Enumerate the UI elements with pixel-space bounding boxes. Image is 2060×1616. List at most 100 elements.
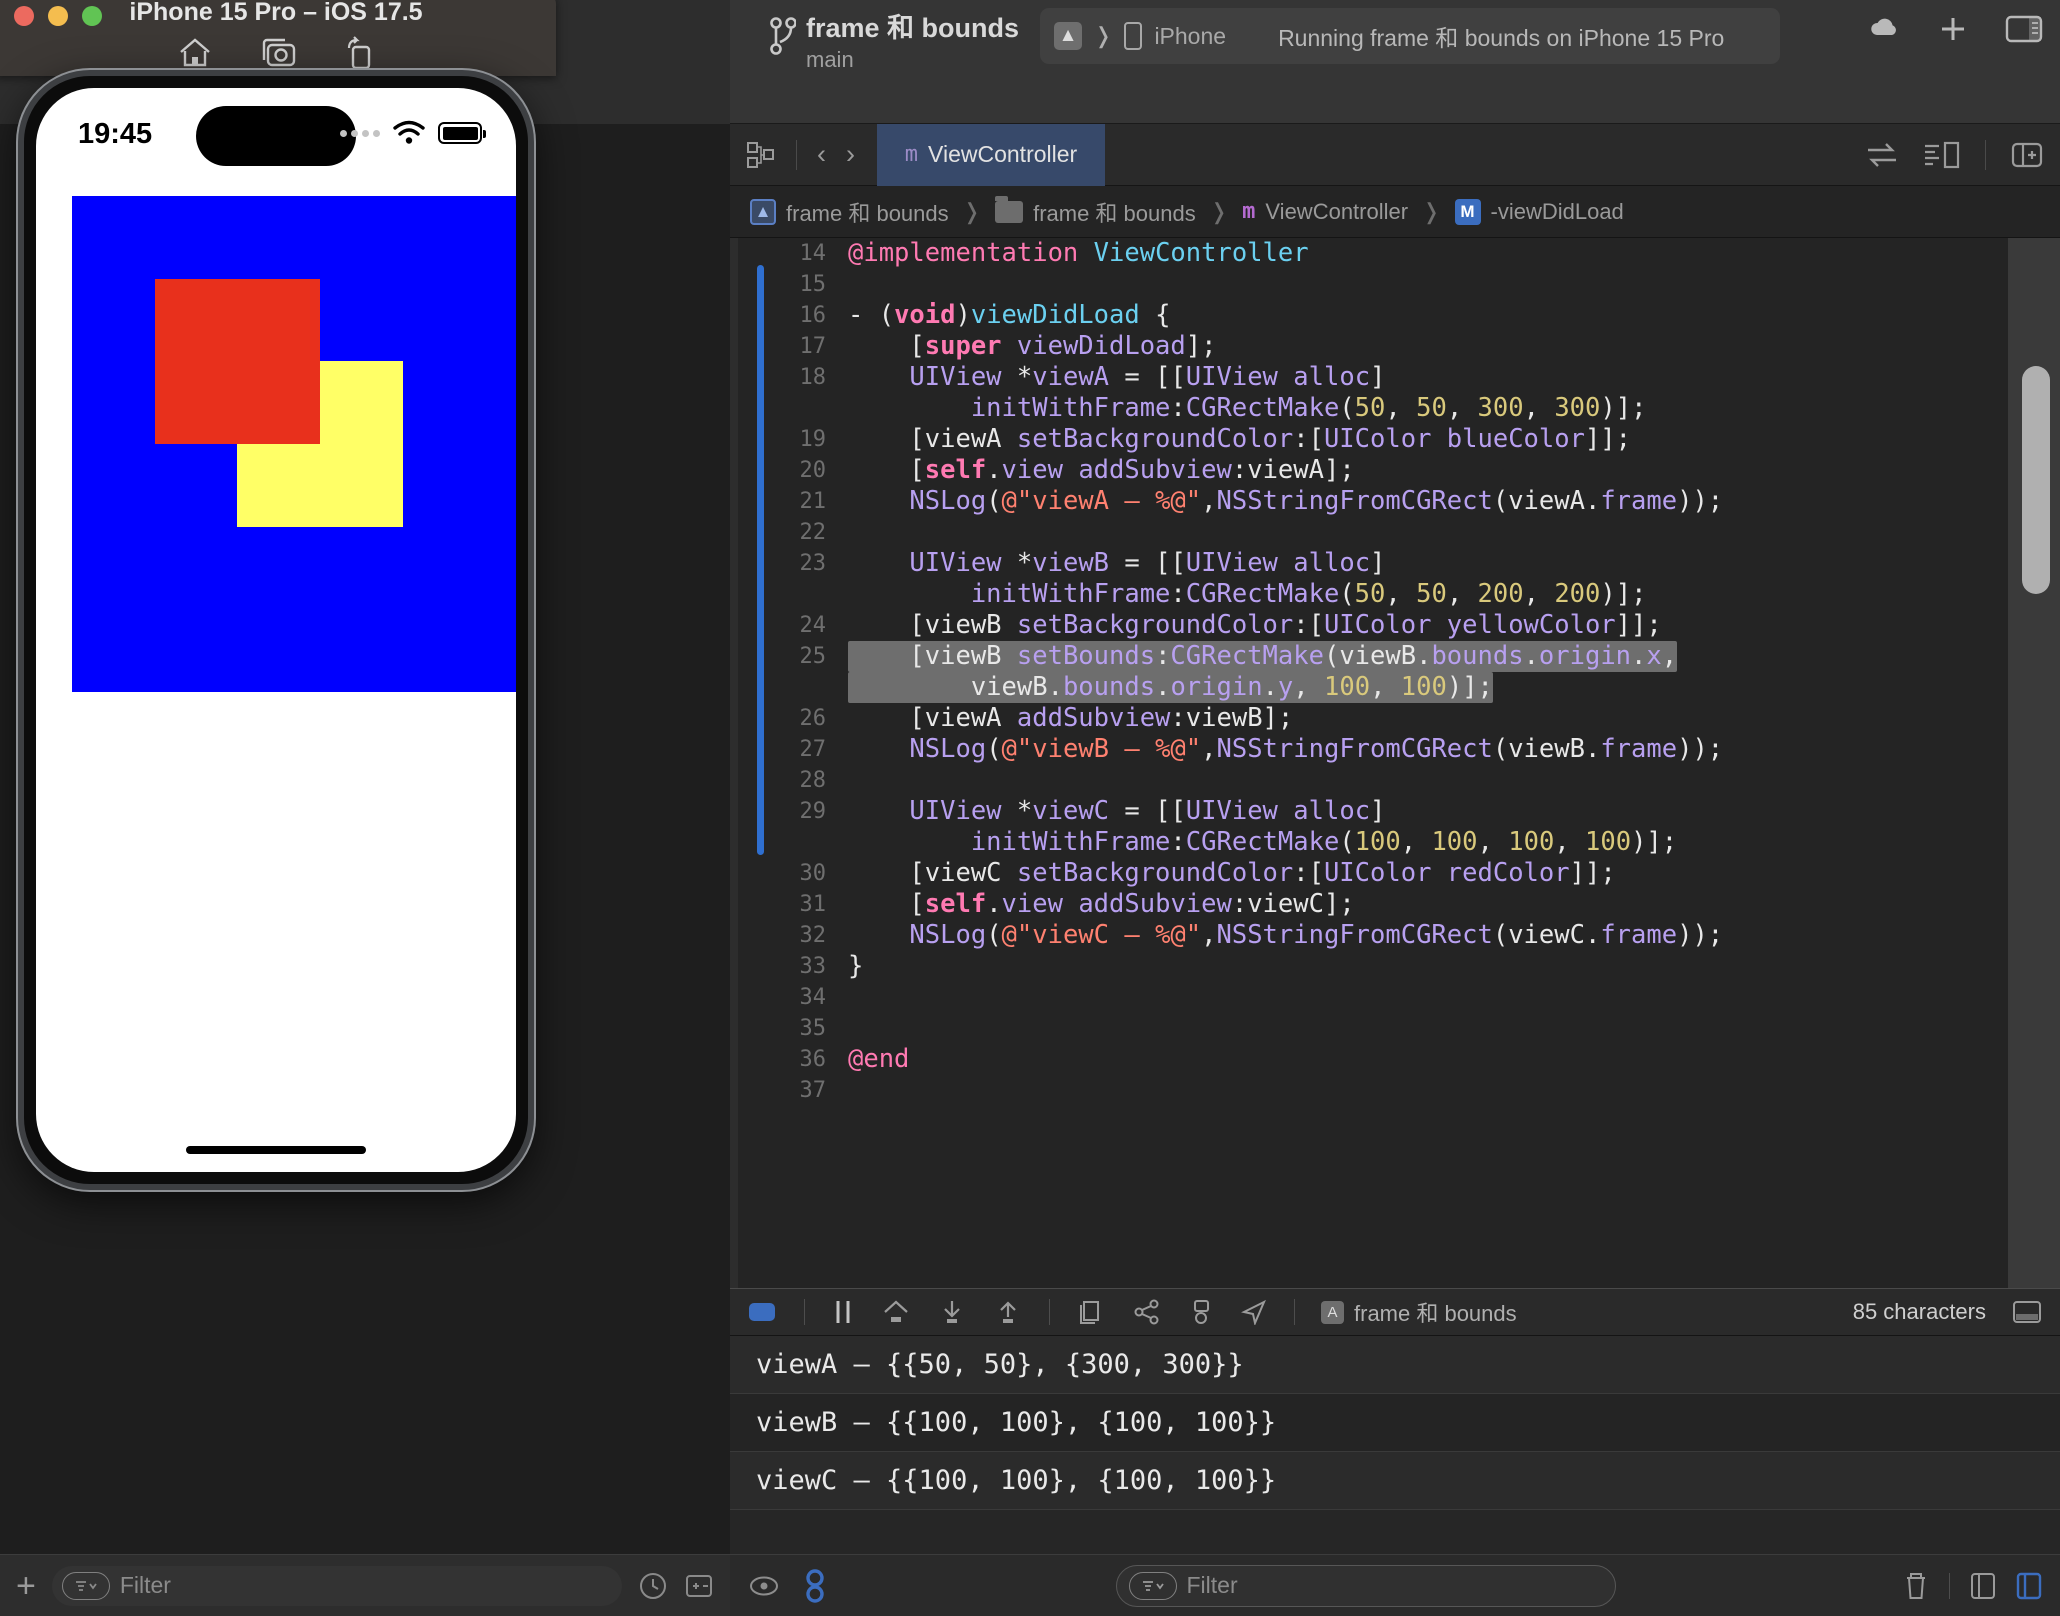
folder-icon[interactable] — [995, 195, 1024, 223]
code-line[interactable]: 35 — [730, 1013, 2060, 1044]
filter-dropdown-icon[interactable] — [1128, 1571, 1177, 1600]
code-line[interactable]: 22 — [730, 517, 2060, 548]
editor-scrollbar-track[interactable] — [2008, 238, 2060, 1288]
code-line[interactable]: initWithFrame:CGRectMake(50, 50, 200, 20… — [730, 579, 2060, 610]
add-editor-icon[interactable] — [2010, 140, 2044, 170]
code-line[interactable]: 20 [self.view addSubview:viewA]; — [730, 455, 2060, 486]
compare-versions-icon[interactable] — [1865, 140, 1899, 170]
source-editor[interactable]: 14 @implementation ViewController 15 16 - (v… — [730, 238, 2060, 1288]
breadcrumb: ▲ frame 和 bounds ❭ frame 和 bounds ❭ m Vi… — [730, 186, 2060, 238]
add-file-button[interactable]: + — [16, 1569, 36, 1603]
code-line[interactable]: 32 NSLog(@"viewC — %@",NSStringFromCGRec… — [730, 920, 2060, 951]
code-line[interactable]: 29 UIView *viewC = [[UIView alloc] — [730, 796, 2060, 827]
code-text: - (void)viewDidLoad { — [848, 300, 1171, 330]
breadcrumb-item-group[interactable]: frame 和 bounds — [1033, 196, 1196, 228]
code-text: [viewA setBackgroundColor:[UIColor blueC… — [848, 424, 1632, 454]
console-bottom-bar: Filter — [730, 1554, 2060, 1616]
navigate-back-button[interactable]: ‹ — [817, 139, 826, 170]
plus-minus-icon[interactable] — [684, 1571, 714, 1601]
divider — [1985, 139, 1986, 170]
code-line[interactable]: 23 UIView *viewB = [[UIView alloc] — [730, 548, 2060, 579]
console-split-icon[interactable] — [2012, 1300, 2042, 1324]
code-text: [super viewDidLoad]; — [848, 331, 1217, 361]
project-icon[interactable]: ▲ — [750, 198, 776, 225]
home-icon[interactable] — [177, 36, 213, 70]
code-line[interactable]: 18 UIView *viewA = [[UIView alloc] — [730, 362, 2060, 393]
scheme-and-status-bar[interactable]: ▲ ❭ iPhone Running frame 和 bounds on iPh… — [1040, 8, 1780, 64]
add-icon[interactable] — [1936, 12, 1970, 46]
breadcrumb-item-project[interactable]: frame 和 bounds — [786, 196, 949, 228]
console-line: viewA — {{50, 50}, {300, 300}} — [730, 1336, 2060, 1394]
debug-levels-icon[interactable] — [802, 1568, 828, 1603]
code-line[interactable]: initWithFrame:CGRectMake(50, 50, 300, 30… — [730, 393, 2060, 424]
branch-indicator[interactable]: frame 和 bounds main — [770, 12, 1019, 74]
view-hierarchy-icon[interactable] — [1076, 1299, 1106, 1325]
divider — [796, 139, 797, 170]
status-bar-time: 19:45 — [78, 118, 153, 150]
line-number: 28 — [799, 768, 827, 793]
divider — [1949, 1572, 1950, 1599]
filter-dropdown-icon[interactable] — [61, 1571, 110, 1600]
code-content[interactable]: 14 @implementation ViewController 15 16 - (v… — [730, 238, 2060, 1106]
code-line[interactable]: initWithFrame:CGRectMake(100, 100, 100, … — [730, 827, 2060, 858]
pause-icon[interactable] — [831, 1299, 855, 1325]
screenshot-icon[interactable] — [259, 36, 297, 70]
minimap-icon[interactable] — [1923, 140, 1961, 170]
console-pane-icon[interactable] — [2016, 1570, 2042, 1602]
code-line[interactable]: 16 - (void)viewDidLoad { — [730, 300, 2060, 331]
code-line[interactable]: 24 [viewB setBackgroundColor:[UIColor ye… — [730, 610, 2060, 641]
source-control-branch-icon — [770, 16, 796, 56]
debug-console[interactable]: viewA — {{50, 50}, {300, 300}} viewB — {{… — [730, 1336, 2060, 1554]
code-line[interactable]: 14 @implementation ViewController — [730, 238, 2060, 269]
simulator-screen[interactable]: 19:45 — [36, 88, 516, 1172]
code-text: NSLog(@"viewA — %@",NSStringFromCGRect(v… — [909, 486, 1724, 516]
breadcrumb-item-method[interactable]: -viewDidLoad — [1491, 199, 1624, 225]
code-line[interactable]: viewB.bounds.origin.y, 100, 100)]; — [730, 672, 2060, 703]
scheme-destination[interactable]: iPhone — [1154, 23, 1226, 50]
code-line[interactable]: 34 — [730, 982, 2060, 1013]
environment-overrides-icon[interactable] — [1188, 1299, 1214, 1325]
code-line[interactable]: 28 — [730, 765, 2060, 796]
code-line[interactable]: 21 NSLog(@"viewA — %@",NSStringFromCGRec… — [730, 486, 2060, 517]
eye-icon[interactable] — [748, 1573, 780, 1599]
code-line[interactable]: 30 [viewC setBackgroundColor:[UIColor re… — [730, 858, 2060, 889]
code-line[interactable]: 31 [self.view addSubview:viewC]; — [730, 889, 2060, 920]
step-into-icon[interactable] — [937, 1299, 967, 1325]
navigator-filter-field[interactable]: Filter — [51, 1565, 622, 1606]
simulator-window[interactable]: iPhone 15 Pro – iOS 17.5 19:45 — [0, 0, 556, 1282]
step-out-icon[interactable] — [993, 1299, 1023, 1325]
memory-graph-icon[interactable] — [1132, 1299, 1162, 1325]
editor-tab-viewcontroller[interactable]: m ViewController — [877, 123, 1105, 186]
inspector-toggle-icon[interactable] — [2004, 12, 2044, 46]
step-over-icon[interactable] — [881, 1299, 911, 1325]
console-filter-field[interactable]: Filter — [1115, 1564, 1616, 1607]
code-line[interactable]: 36 @end — [730, 1044, 2060, 1075]
code-line[interactable]: 17 [super viewDidLoad]; — [730, 331, 2060, 362]
code-text: UIView *viewB = [[UIView alloc] — [909, 548, 1386, 578]
related-items-icon[interactable] — [746, 140, 776, 170]
line-number: 25 — [799, 644, 827, 669]
location-icon[interactable] — [1240, 1299, 1268, 1325]
line-number: 37 — [799, 1078, 827, 1103]
clock-icon[interactable] — [638, 1571, 668, 1601]
trash-icon[interactable] — [1903, 1570, 1929, 1602]
breadcrumb-item-file[interactable]: ViewController — [1265, 199, 1408, 225]
navigate-forward-button[interactable]: › — [846, 139, 855, 170]
code-line[interactable]: 27 NSLog(@"viewB — %@",NSStringFromCGRec… — [730, 734, 2060, 765]
rotate-icon[interactable] — [343, 36, 375, 70]
code-line[interactable]: 15 — [730, 269, 2060, 300]
code-line[interactable]: 37 — [730, 1075, 2060, 1106]
line-number: 34 — [799, 985, 827, 1010]
chevron-right-icon: ❭ — [962, 198, 982, 224]
cloud-icon[interactable] — [1868, 12, 1902, 46]
scheme-app-icon[interactable]: ▲ — [1054, 22, 1082, 50]
code-line[interactable]: 33} — [730, 951, 2060, 982]
code-line[interactable]: 26 [viewA addSubview:viewB]; — [730, 703, 2060, 734]
editor-scrollbar-thumb[interactable] — [2022, 366, 2050, 594]
code-line[interactable]: 25 [viewB setBounds:CGRectMake(viewB.bou… — [730, 641, 2060, 672]
toolbar-right-group — [1868, 12, 2044, 46]
line-number: 22 — [799, 520, 827, 545]
console-toggle-icon[interactable] — [748, 1300, 778, 1324]
code-line[interactable]: 19 [viewA setBackgroundColor:[UIColor bl… — [730, 424, 2060, 455]
variables-pane-icon[interactable] — [1970, 1570, 1996, 1602]
